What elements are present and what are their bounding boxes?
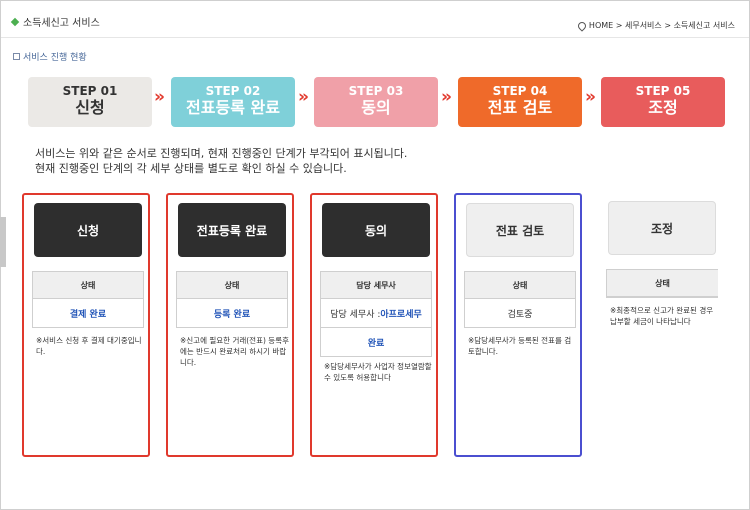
status-value: 결제 완료 [69,309,107,320]
card-note: ※최종적으로 신고가 완료된 경우 납부할 세금이 나타납니다 [610,306,714,326]
square-bullet-icon [13,53,20,60]
status-box: 상태 등록 완료 [176,271,288,328]
step-arrow-icon: » [585,87,596,107]
step-arrow-icon: » [298,87,309,107]
app-title: 소득세신고 서비스 [10,14,100,29]
description: 서비스는 위와 같은 순서로 진행되며, 현재 진행중인 단계가 부각되어 표시… [35,146,407,176]
step-name: 조정 [648,98,678,117]
card-apply: 신청 상태 결제 완료 ※서비스 신청 후 결제 대기중입니다. [22,193,150,457]
status-box: 담당 세무사 담당 세무사 : 아프로세무 완료 [320,271,432,357]
step-number: STEP 05 [635,84,691,98]
diamond-icon [10,17,20,26]
step-arrow-icon: » [441,87,452,107]
tax-accountant-name[interactable]: 아프로세무 [380,307,421,320]
status-label: 상태 [177,272,287,299]
step-number: STEP 02 [205,84,261,98]
card-title: 신청 [34,203,142,257]
status-label: 상태 [465,272,575,299]
status-label: 상태 [33,272,143,299]
step-2: STEP 02 전표등록 완료 [171,77,295,127]
breadcrumb-text: HOME > 세무서비스 > 소득세신고 서비스 [588,21,735,30]
step-name: 동의 [361,98,391,117]
step-5: STEP 05 조정 [601,77,725,127]
section-title-text: 서비스 진행 현황 [23,53,87,63]
step-number: STEP 04 [492,84,548,98]
status-box: 상태 검토중 [464,271,576,328]
section-title: 서비스 진행 현황 [13,50,87,63]
card-adjustment: 조정 상태 ※최종적으로 신고가 완료된 경우 납부할 세금이 나타납니다 [598,193,726,457]
step-number: STEP 01 [62,84,118,98]
step-name: 전표 검토 [487,98,553,117]
card-voucher-registered: 전표등록 완료 상태 등록 완료 ※신고에 필요한 거래(전표) 등록후에는 반… [166,193,294,457]
step-name: 전표등록 완료 [186,98,280,117]
card-consent: 동의 담당 세무사 담당 세무사 : 아프로세무 완료 ※담당세무사가 사업자 … [310,193,438,457]
card-title: 전표등록 완료 [178,203,286,257]
breadcrumb: HOME > 세무서비스 > 소득세신고 서비스 [576,19,735,32]
card-title: 동의 [322,203,430,257]
step-number: STEP 03 [348,84,404,98]
card-title: 전표 검토 [466,203,574,257]
description-line-1: 서비스는 위와 같은 순서로 진행되며, 현재 진행중인 단계가 부각되어 표시… [35,147,408,160]
status-value: 검토중 [507,309,533,320]
side-tab[interactable] [0,217,6,267]
status-label: 상태 [607,270,718,297]
description-line-2: 현재 진행중인 단계의 각 세부 상태를 별도로 확인 하실 수 있습니다. [35,162,347,175]
service-status-panel: 소득세신고 서비스 HOME > 세무서비스 > 소득세신고 서비스 서비스 진… [0,0,750,510]
status-value: 완료 [367,338,385,349]
step-3: STEP 03 동의 [314,77,438,127]
step-4: STEP 04 전표 검토 [458,77,582,127]
step-name: 신청 [75,98,105,117]
step-arrow-icon: » [154,87,165,107]
card-note: ※서비스 신청 후 결제 대기중입니다. [36,336,142,356]
title-bar: 소득세신고 서비스 HOME > 세무서비스 > 소득세신고 서비스 [1,1,749,38]
status-box: 상태 [606,269,718,298]
status-value: 등록 완료 [213,309,251,320]
card-voucher-review: 전표 검토 상태 검토중 ※담당세무사가 등록된 전표를 검토합니다. [454,193,582,457]
card-note: ※담당세무사가 사업자 정보열람할 수 있도록 허용합니다 [324,362,432,382]
location-pin-icon [576,19,588,32]
status-label: 담당 세무사 [321,272,431,299]
tax-accountant-row: 담당 세무사 : 아프로세무 [321,299,431,327]
step-1: STEP 01 신청 [28,77,152,127]
card-note: ※담당세무사가 등록된 전표를 검토합니다. [468,336,572,356]
card-title: 조정 [608,201,716,255]
status-box: 상태 결제 완료 [32,271,144,328]
app-title-text: 소득세신고 서비스 [23,18,100,29]
card-note: ※신고에 필요한 거래(전표) 등록후에는 반드시 완료처리 하시기 바랍니다. [180,336,289,367]
tax-accountant-label: 담당 세무사 : [330,309,381,320]
